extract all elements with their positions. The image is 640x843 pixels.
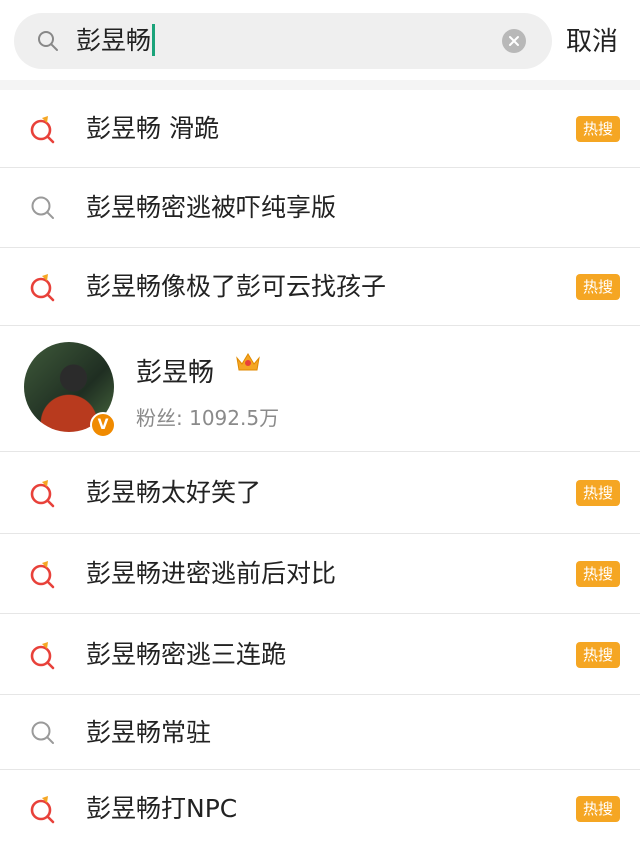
search-bar: 彭昱畅 取消 bbox=[0, 0, 640, 80]
suggestion-row[interactable]: 彭昱畅密逃被吓纯享版 bbox=[0, 168, 640, 248]
suggestion-text: 彭昱畅太好笑了 bbox=[86, 478, 262, 507]
search-icon bbox=[28, 193, 58, 223]
suggestion-row[interactable]: 彭昱畅常驻 bbox=[0, 695, 640, 770]
close-icon bbox=[509, 36, 519, 46]
hot-search-icon bbox=[28, 114, 58, 144]
hot-search-icon bbox=[28, 640, 58, 670]
clear-search-button[interactable] bbox=[502, 29, 526, 53]
cancel-button[interactable]: 取消 bbox=[566, 24, 618, 60]
user-result-row[interactable]: V 彭昱畅粉丝: 1092.5万 bbox=[0, 326, 640, 452]
hot-badge: 热搜 bbox=[576, 796, 620, 822]
suggestion-row[interactable]: 彭昱畅打NPC 热搜 bbox=[0, 770, 640, 843]
search-box[interactable]: 彭昱畅 bbox=[14, 13, 552, 69]
user-name: 彭昱畅 bbox=[136, 358, 215, 388]
fan-count: 粉丝: 1092.5万 bbox=[136, 406, 280, 430]
search-icon bbox=[38, 31, 58, 51]
verified-badge: V bbox=[90, 412, 116, 438]
hot-badge: 热搜 bbox=[576, 642, 620, 668]
suggestion-text: 彭昱畅 滑跪 bbox=[86, 114, 219, 143]
suggestion-text: 彭昱畅常驻 bbox=[86, 718, 212, 747]
suggestion-text: 彭昱畅进密逃前后对比 bbox=[86, 559, 337, 588]
hot-badge: 热搜 bbox=[576, 480, 620, 506]
suggestion-row[interactable]: 彭昱畅像极了彭可云找孩子 热搜 bbox=[0, 248, 640, 326]
suggestion-row[interactable]: 彭昱畅进密逃前后对比 热搜 bbox=[0, 534, 640, 614]
suggestion-text: 彭昱畅像极了彭可云找孩子 bbox=[86, 272, 387, 301]
suggestion-text: 彭昱畅打NPC bbox=[86, 794, 238, 823]
suggestion-row[interactable]: 彭昱畅 滑跪 热搜 bbox=[0, 90, 640, 168]
hot-badge: 热搜 bbox=[576, 561, 620, 587]
hot-badge: 热搜 bbox=[576, 116, 620, 142]
hot-search-icon bbox=[28, 478, 58, 508]
suggestion-row[interactable]: 彭昱畅密逃三连跪 热搜 bbox=[0, 614, 640, 695]
text-caret bbox=[152, 24, 156, 56]
suggestion-row[interactable]: 彭昱畅太好笑了 热搜 bbox=[0, 452, 640, 534]
search-icon bbox=[28, 718, 58, 748]
crown-icon bbox=[236, 353, 260, 371]
suggestion-text: 彭昱畅密逃三连跪 bbox=[86, 640, 287, 669]
hot-search-icon bbox=[28, 794, 58, 824]
search-input[interactable]: 彭昱畅 bbox=[76, 21, 496, 61]
hot-search-icon bbox=[28, 272, 58, 302]
divider bbox=[0, 80, 640, 90]
suggestion-text: 彭昱畅密逃被吓纯享版 bbox=[86, 193, 337, 222]
hot-search-icon bbox=[28, 559, 58, 589]
suggestion-list: 彭昱畅 滑跪 热搜 彭昱畅密逃被吓纯享版 彭昱畅像极了彭可云找孩子 热搜 V 彭昱畅 粉丝: … bbox=[0, 90, 640, 843]
hot-badge: 热搜 bbox=[576, 274, 620, 300]
